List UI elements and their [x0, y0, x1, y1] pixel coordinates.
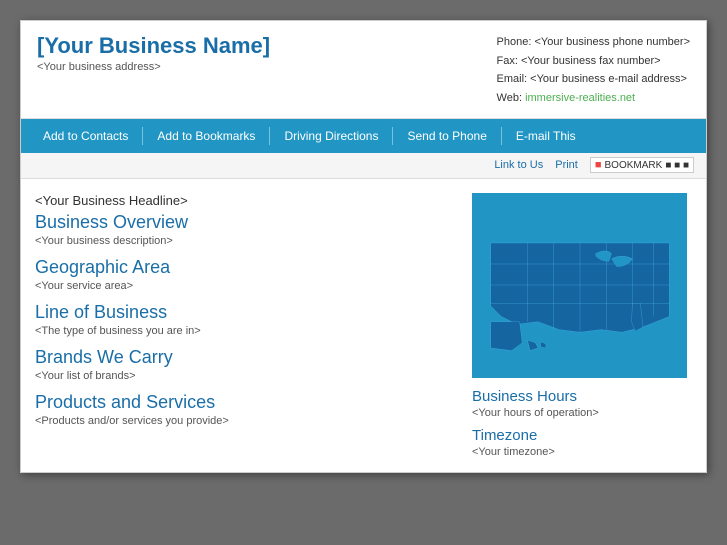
usa-map	[475, 195, 685, 375]
bookmark-icons: ■ ■ ■	[665, 160, 689, 171]
map-container	[472, 193, 687, 378]
business-name: [Your Business Name]	[37, 33, 270, 59]
print-link[interactable]: Print	[555, 159, 578, 171]
link-to-us-link[interactable]: Link to Us	[494, 159, 543, 171]
brands-desc: <Your list of brands>	[35, 370, 458, 382]
page-wrapper: [Your Business Name] <Your business addr…	[20, 20, 707, 473]
timezone-desc: <Your timezone>	[472, 446, 692, 458]
bookmark-label: BOOKMARK	[605, 160, 663, 171]
main-content: <Your Business Headline> Business Overvi…	[21, 179, 706, 472]
products-title: Products and Services	[35, 392, 458, 413]
web-url[interactable]: immersive-realities.net	[525, 92, 635, 104]
fax-label: Fax: <Your business fax number>	[497, 52, 690, 71]
content-right: Business Hours <Your hours of operation>…	[472, 193, 692, 458]
nav-add-bookmarks[interactable]: Add to Bookmarks	[143, 119, 269, 153]
nav-send-to-phone[interactable]: Send to Phone	[393, 119, 500, 153]
nav-email-this[interactable]: E-mail This	[502, 119, 590, 153]
bookmark-icon: ■	[595, 159, 602, 171]
content-left: <Your Business Headline> Business Overvi…	[35, 193, 458, 458]
email-label: Email: <Your business e-mail address>	[497, 70, 690, 89]
business-hours-desc: <Your hours of operation>	[472, 407, 692, 419]
overview-desc: <Your business description>	[35, 235, 458, 247]
line-of-business-desc: <The type of business you are in>	[35, 325, 458, 337]
line-of-business-title: Line of Business	[35, 302, 458, 323]
phone-label: Phone: <Your business phone number>	[497, 33, 690, 52]
web-row: Web: immersive-realities.net	[497, 89, 690, 108]
utility-bar: Link to Us Print ■ BOOKMARK ■ ■ ■	[21, 153, 706, 179]
business-headline: <Your Business Headline>	[35, 193, 458, 208]
header-left: [Your Business Name] <Your business addr…	[37, 33, 270, 73]
overview-title: Business Overview	[35, 212, 458, 233]
header: [Your Business Name] <Your business addr…	[21, 21, 706, 119]
navbar: Add to Contacts Add to Bookmarks Driving…	[21, 119, 706, 153]
timezone-title: Timezone	[472, 427, 692, 444]
brands-title: Brands We Carry	[35, 347, 458, 368]
business-hours-title: Business Hours	[472, 388, 692, 405]
geographic-title: Geographic Area	[35, 257, 458, 278]
header-right: Phone: <Your business phone number> Fax:…	[497, 33, 690, 108]
nav-add-contacts[interactable]: Add to Contacts	[29, 119, 142, 153]
bookmark-widget[interactable]: ■ BOOKMARK ■ ■ ■	[590, 157, 694, 173]
nav-driving-directions[interactable]: Driving Directions	[270, 119, 392, 153]
products-desc: <Products and/or services you provide>	[35, 415, 458, 427]
geographic-desc: <Your service area>	[35, 280, 458, 292]
web-label: Web:	[497, 92, 522, 104]
business-address: <Your business address>	[37, 61, 270, 73]
